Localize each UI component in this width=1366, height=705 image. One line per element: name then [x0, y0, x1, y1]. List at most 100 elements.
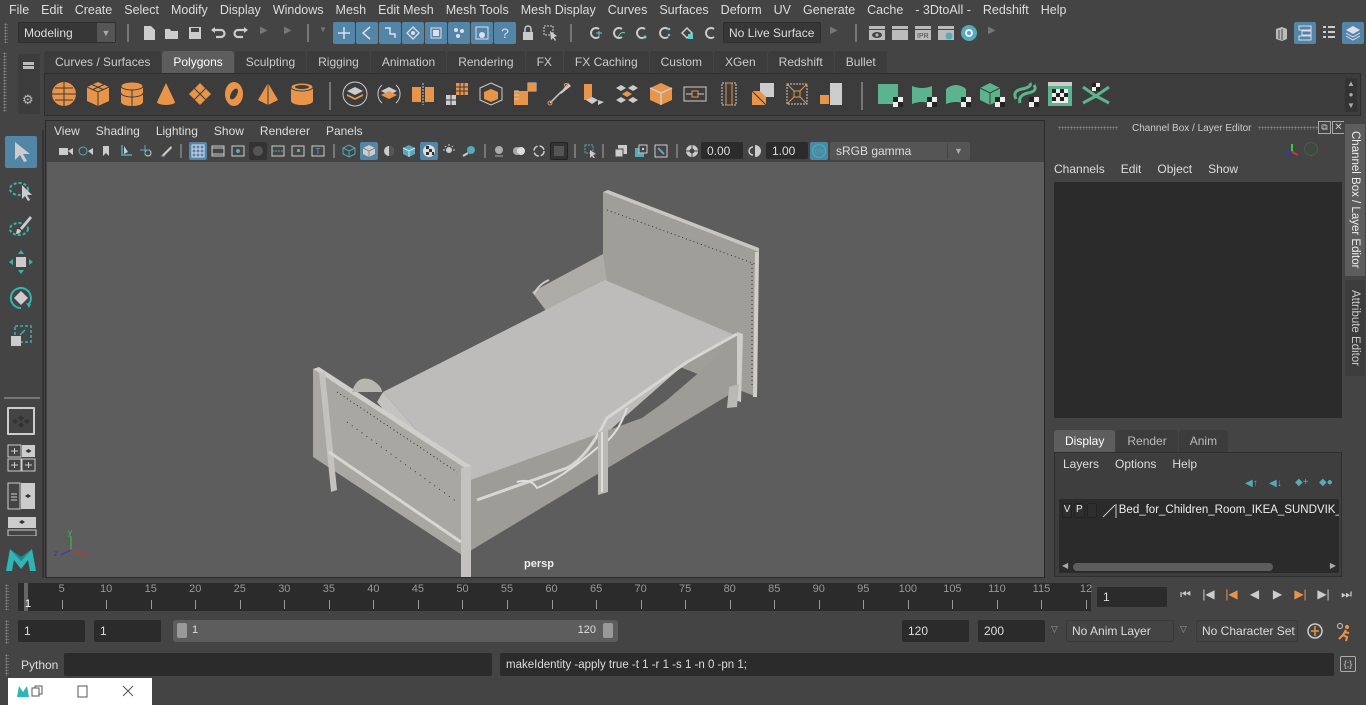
menu-select[interactable]: Select — [118, 3, 165, 17]
gate-mask-icon[interactable] — [249, 142, 267, 160]
panel-grip[interactable] — [1258, 126, 1318, 130]
select-mode-dropdown-icon[interactable]: ▼ — [319, 25, 327, 34]
step-back-frame-icon[interactable]: |◀ — [1197, 587, 1220, 602]
hypershade-icon[interactable] — [958, 22, 980, 44]
workspace-mode-dropdown[interactable]: Modeling ▼ — [18, 22, 116, 43]
poly-pipe-icon[interactable] — [287, 79, 317, 109]
channel-box-menu-show[interactable]: Show — [1208, 162, 1238, 176]
lock-selection-icon[interactable] — [517, 22, 539, 44]
side-tab-channel-box[interactable]: Channel Box / Layer Editor — [1345, 124, 1365, 276]
highlight-selection-icon[interactable] — [540, 22, 562, 44]
menu-cache[interactable]: Cache — [861, 3, 909, 17]
exposure-icon[interactable] — [683, 142, 701, 160]
cylindrical-uv-icon[interactable] — [875, 79, 905, 109]
xray-active-components-icon[interactable] — [530, 142, 548, 160]
scroll-left-icon[interactable]: ◀ — [1062, 561, 1068, 570]
paint-select-icon[interactable] — [5, 210, 37, 242]
shelf-tab-rendering[interactable]: Rendering — [447, 51, 525, 73]
ipr-render-icon[interactable]: IPR — [912, 22, 934, 44]
playback-range-slider[interactable]: 1 120 — [173, 620, 618, 642]
new-layer-icon[interactable]: ◆+ — [1295, 477, 1309, 488]
render-settings-icon[interactable] — [935, 22, 957, 44]
offset-edge-loop-icon[interactable] — [680, 79, 710, 109]
xray-joints-icon[interactable] — [510, 142, 528, 160]
screen-space-ao-icon[interactable] — [632, 142, 650, 160]
gear-icon[interactable]: ⚙ — [22, 92, 34, 108]
rotate-tool-icon[interactable] — [5, 282, 37, 314]
separate-icon[interactable] — [374, 79, 404, 109]
range-start-handle[interactable] — [177, 623, 187, 638]
range-end-handle[interactable] — [603, 623, 613, 638]
poly-cone-icon[interactable] — [151, 79, 181, 109]
poly-sphere-icon[interactable] — [49, 79, 79, 109]
menu-edit[interactable]: Edit — [35, 3, 69, 17]
menu-create[interactable]: Create — [69, 3, 119, 17]
select-curve-icon[interactable] — [379, 22, 401, 44]
safe-title-icon[interactable]: T — [309, 142, 327, 160]
breakdown-indicator-icon[interactable]: ⁄ — [1324, 142, 1326, 156]
timeline-grip[interactable] — [5, 584, 9, 610]
motion-blur-icon[interactable] — [652, 142, 670, 160]
viewport-menu-shading[interactable]: Shading — [88, 124, 148, 138]
new-scene-icon[interactable] — [138, 22, 160, 44]
uv-editor-icon[interactable] — [1011, 79, 1041, 109]
smooth-mesh-preview-icon[interactable] — [550, 142, 568, 160]
viewport-menu-view[interactable]: View — [46, 124, 88, 138]
auto-key-icon[interactable] — [1306, 622, 1324, 640]
grease-pencil-icon[interactable] — [157, 142, 175, 160]
channel-box-menu-edit[interactable]: Edit — [1121, 162, 1142, 176]
quad-draw-icon[interactable] — [612, 79, 642, 109]
spherical-uv-icon[interactable] — [909, 79, 939, 109]
camera-attributes-icon[interactable] — [77, 142, 95, 160]
step-forward-key-icon[interactable]: ▶| — [1289, 587, 1312, 602]
poly-cylinder-icon[interactable] — [117, 79, 147, 109]
scale-tool-icon[interactable] — [5, 320, 37, 352]
layer-display-type-toggle[interactable] — [1086, 502, 1097, 518]
multi-cut-icon[interactable] — [510, 79, 540, 109]
menu-mesh-tools[interactable]: Mesh Tools — [440, 3, 515, 17]
extrude-icon[interactable] — [544, 79, 574, 109]
playback-end-field[interactable]: 120 — [902, 620, 969, 642]
character-set-dropdown-icon[interactable]: ▽ — [1180, 624, 1187, 635]
time-ruler[interactable]: 1 5 10 15 20 25 30 35 40 45 50 55 60 65 70 75 80 85 90 95 1… — [18, 583, 1092, 611]
script-editor-icon[interactable]: {;} — [1340, 656, 1356, 672]
tab-render[interactable]: Render — [1116, 430, 1178, 452]
animation-preferences-icon[interactable] — [1334, 622, 1354, 642]
tab-anim[interactable]: Anim — [1178, 430, 1229, 452]
select-dynamics-icon[interactable] — [448, 22, 470, 44]
wireframe-on-shaded-icon[interactable] — [400, 142, 418, 160]
camera-select-icon[interactable] — [57, 142, 75, 160]
go-to-start-icon[interactable]: ⏮ — [1174, 587, 1197, 602]
new-layer-from-selected-icon[interactable]: ◆● — [1319, 477, 1333, 488]
image-plane-icon[interactable] — [117, 142, 135, 160]
shelf-scrollbar[interactable]: ▲ ● ▼ — [1345, 78, 1357, 112]
select-surface-icon[interactable] — [402, 22, 424, 44]
anim-layer-dropdown-icon[interactable]: ▽ — [1051, 624, 1058, 635]
shelf-tab-curves-surfaces[interactable]: Curves / Surfaces — [44, 51, 162, 73]
menu-curves[interactable]: Curves — [602, 3, 654, 17]
restore-icon[interactable] — [30, 684, 44, 698]
layer-playback-toggle[interactable]: P — [1074, 502, 1085, 518]
attribute-editor-toggle-icon[interactable] — [1318, 22, 1340, 44]
collapse-arrow-icon[interactable]: ▶ — [988, 25, 996, 36]
open-scene-icon[interactable] — [161, 22, 183, 44]
snap-view-plane-icon[interactable] — [653, 22, 675, 44]
manipulator-axes-icon[interactable] — [1284, 142, 1300, 161]
toolbar-grip[interactable] — [4, 23, 8, 43]
textured-icon[interactable] — [420, 142, 438, 160]
play-backwards-icon[interactable]: ◀ — [1243, 587, 1266, 602]
viewport-menu-show[interactable]: Show — [206, 124, 252, 138]
persp-outliner-layout-icon[interactable] — [7, 482, 37, 510]
layer-menu-options[interactable]: Options — [1115, 457, 1156, 471]
close-window-icon[interactable] — [121, 684, 135, 698]
move-tool-icon[interactable] — [5, 246, 37, 278]
append-polygon-icon[interactable] — [714, 79, 744, 109]
shelf-tab-xgen[interactable]: XGen — [713, 51, 767, 73]
select-by-hierarchy-icon[interactable] — [333, 22, 355, 44]
snap-point-icon[interactable] — [630, 22, 652, 44]
four-view-layout-icon[interactable] — [7, 444, 37, 472]
viewport-menu-panels[interactable]: Panels — [318, 124, 371, 138]
channel-box-menu-channels[interactable]: Channels — [1054, 162, 1105, 176]
viewport-menu-lighting[interactable]: Lighting — [148, 124, 206, 138]
shelf-tab-bullet[interactable]: Bullet — [834, 51, 887, 73]
